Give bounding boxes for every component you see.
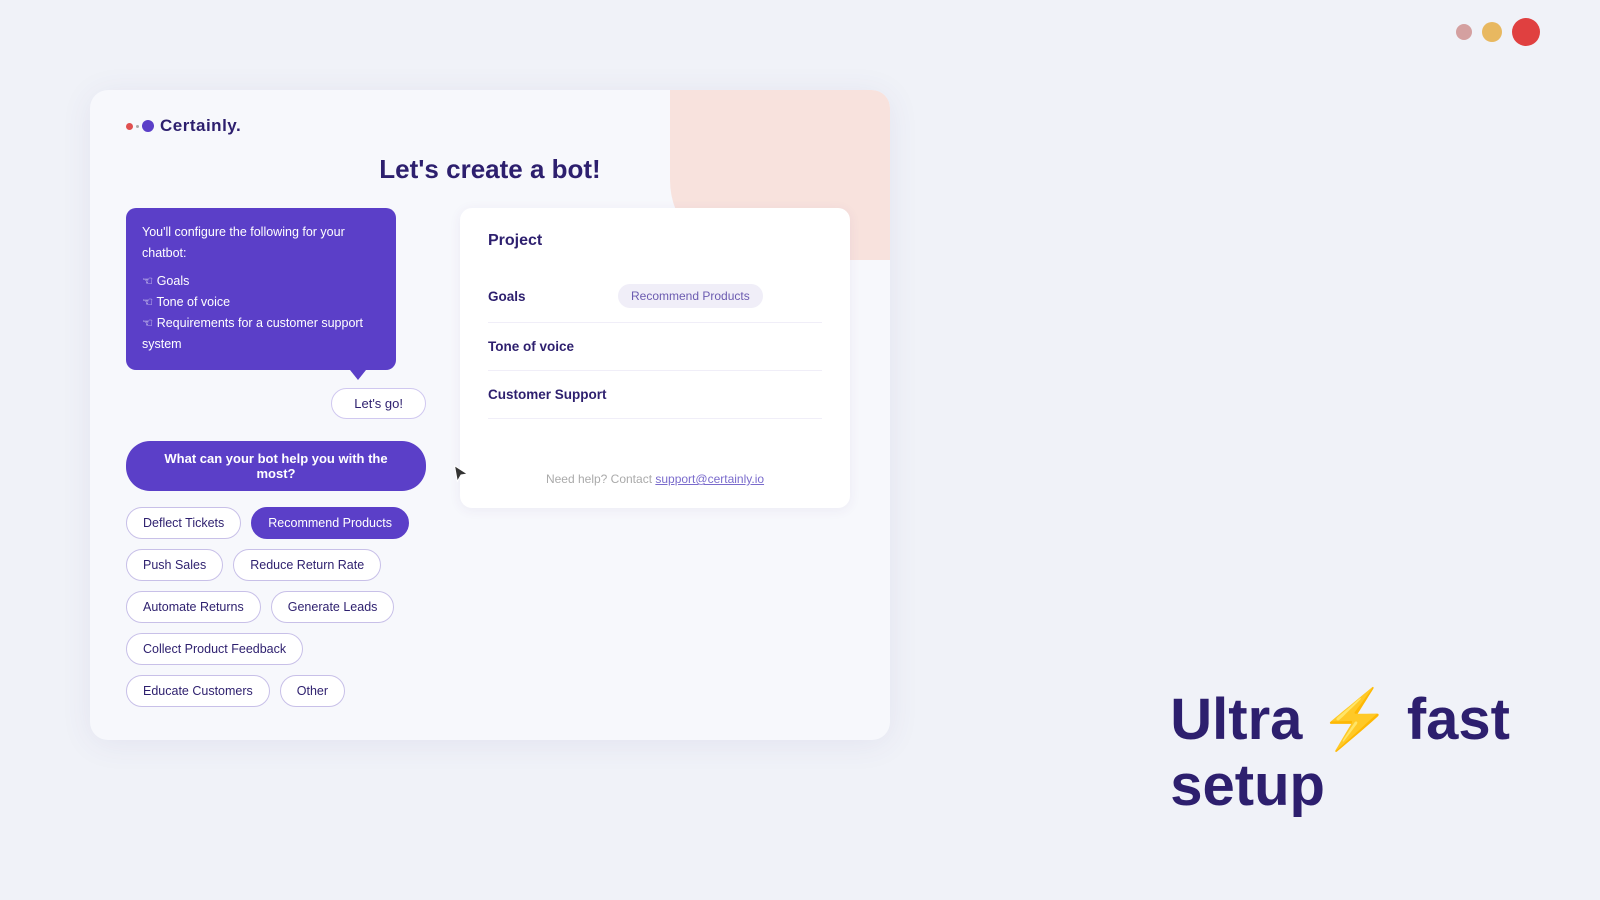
tooltip-item-2: ☜ Tone of voice <box>142 292 380 313</box>
logo-dot-connector <box>136 125 139 128</box>
right-panel: Project Goals Recommend Products Tone of… <box>460 208 850 508</box>
project-row-goals: Goals Recommend Products <box>488 270 822 323</box>
choice-reduce-return-rate[interactable]: Reduce Return Rate <box>233 549 381 581</box>
wc-dot-2 <box>1482 22 1502 42</box>
logo-text: Certainly. <box>160 116 241 136</box>
lets-go-button[interactable]: Let's go! <box>331 388 426 419</box>
choices-grid: Deflect Tickets Recommend Products Push … <box>126 507 426 707</box>
choice-recommend-products[interactable]: Recommend Products <box>251 507 409 539</box>
project-row-tone: Tone of voice <box>488 323 822 371</box>
tooltip-bubble: You'll configure the following for your … <box>126 208 396 370</box>
left-panel: You'll configure the following for your … <box>126 208 426 707</box>
project-title: Project <box>488 232 822 250</box>
logo: Certainly. <box>126 116 241 136</box>
choice-generate-leads[interactable]: Generate Leads <box>271 591 395 623</box>
window-controls <box>1456 18 1540 46</box>
tooltip-intro: You'll configure the following for your … <box>142 222 380 265</box>
logo-dot-red <box>126 123 133 130</box>
goals-label: Goals <box>488 289 618 304</box>
main-card: Certainly. Let's create a bot! You'll co… <box>90 90 890 740</box>
support-text: Need help? Contact support@certainly.io <box>460 472 850 486</box>
project-row-support: Customer Support <box>488 371 822 419</box>
logo-dot-purple <box>142 120 154 132</box>
goals-value: Recommend Products <box>618 284 763 308</box>
choice-deflect-tickets[interactable]: Deflect Tickets <box>126 507 241 539</box>
page-title: Let's create a bot! <box>90 154 890 185</box>
choice-push-sales[interactable]: Push Sales <box>126 549 223 581</box>
support-link[interactable]: support@certainly.io <box>655 472 764 486</box>
tagline: Ultra ⚡ fast setup <box>1170 687 1510 820</box>
tagline-fast: fast <box>1391 687 1510 752</box>
logo-icon <box>126 120 154 132</box>
choice-automate-returns[interactable]: Automate Returns <box>126 591 261 623</box>
tooltip-item-3: ☜ Requirements for a customer support sy… <box>142 313 380 356</box>
choice-educate-customers[interactable]: Educate Customers <box>126 675 270 707</box>
choice-other[interactable]: Other <box>280 675 345 707</box>
tone-label: Tone of voice <box>488 339 618 354</box>
support-label: Customer Support <box>488 387 618 402</box>
wc-dot-3 <box>1512 18 1540 46</box>
question-button: What can your bot help you with the most… <box>126 441 426 491</box>
tagline-setup: setup <box>1170 753 1325 818</box>
lightning-icon: ⚡ <box>1319 687 1391 752</box>
tooltip-item-1: ☜ Goals <box>142 271 380 292</box>
wc-dot-1 <box>1456 24 1472 40</box>
tagline-prefix: Ultra <box>1170 687 1318 752</box>
choice-collect-feedback[interactable]: Collect Product Feedback <box>126 633 303 665</box>
